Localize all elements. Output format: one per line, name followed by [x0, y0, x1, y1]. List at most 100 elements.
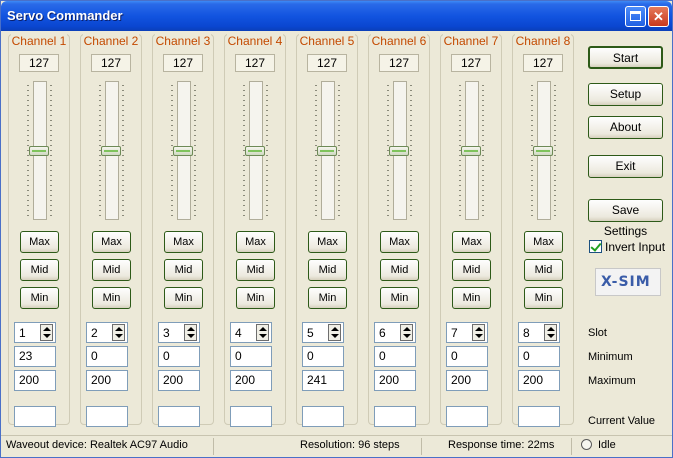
- waveout-device-text: Waveout device: Realtek AC97 Audio: [6, 439, 188, 451]
- slot-value: 5: [307, 326, 314, 340]
- restore-button[interactable]: [625, 6, 646, 27]
- minimum-input[interactable]: 0: [230, 346, 272, 367]
- slider-ticks: [482, 85, 484, 217]
- slider-ticks: [50, 85, 52, 217]
- slot-spinner[interactable]: 6: [374, 322, 416, 343]
- max-button[interactable]: Max: [236, 231, 275, 253]
- max-button[interactable]: Max: [20, 231, 59, 253]
- save-settings-button[interactable]: Save Settings: [588, 199, 663, 238]
- minimum-input[interactable]: 23: [14, 346, 56, 367]
- slider-ticks: [122, 85, 124, 217]
- min-button[interactable]: Min: [380, 287, 419, 309]
- min-button[interactable]: Min: [236, 287, 275, 309]
- title-bar[interactable]: Servo Commander ✕: [1, 1, 672, 31]
- channel-label: Channel 5: [298, 34, 356, 48]
- close-button[interactable]: ✕: [648, 6, 669, 27]
- slider-thumb[interactable]: [461, 146, 481, 156]
- logo-text: X-SIM: [601, 274, 651, 290]
- slider-thumb[interactable]: [389, 146, 409, 156]
- xsim-logo: X-SIM: [595, 268, 661, 296]
- maximum-input[interactable]: 200: [14, 370, 56, 391]
- mid-button[interactable]: Mid: [20, 259, 59, 281]
- maximum-input[interactable]: 200: [374, 370, 416, 391]
- servo-commander-window: Servo Commander ✕ Channel 1 127 Max Mid …: [0, 0, 673, 458]
- start-button[interactable]: Start: [588, 46, 663, 69]
- slot-value: 4: [235, 326, 242, 340]
- current-value-box: [374, 406, 416, 427]
- minimum-input[interactable]: 0: [158, 346, 200, 367]
- minimum-input[interactable]: 0: [446, 346, 488, 367]
- channel-label: Channel 2: [82, 34, 140, 48]
- slot-spinner[interactable]: 3: [158, 322, 200, 343]
- slider-thumb[interactable]: [173, 146, 193, 156]
- maximum-input[interactable]: 200: [518, 370, 560, 391]
- maximum-input[interactable]: 200: [446, 370, 488, 391]
- slot-spinner[interactable]: 4: [230, 322, 272, 343]
- spinner-arrows-icon[interactable]: [544, 324, 557, 341]
- slot-label: Slot: [588, 327, 607, 339]
- max-button[interactable]: Max: [308, 231, 347, 253]
- channel-label: Channel 1: [10, 34, 68, 48]
- channel-label: Channel 8: [514, 34, 572, 48]
- slot-spinner[interactable]: 1: [14, 322, 56, 343]
- max-button[interactable]: Max: [164, 231, 203, 253]
- about-button[interactable]: About: [588, 116, 663, 139]
- spinner-arrows-icon[interactable]: [40, 324, 53, 341]
- slot-spinner[interactable]: 7: [446, 322, 488, 343]
- maximum-input[interactable]: 200: [158, 370, 200, 391]
- spinner-arrows-icon[interactable]: [400, 324, 413, 341]
- invert-input-checkbox[interactable]: [589, 240, 602, 253]
- max-button[interactable]: Max: [452, 231, 491, 253]
- invert-input-label[interactable]: Invert Input: [605, 240, 665, 254]
- max-button[interactable]: Max: [524, 231, 563, 253]
- spinner-arrows-icon[interactable]: [256, 324, 269, 341]
- slider-thumb[interactable]: [245, 146, 265, 156]
- mid-button[interactable]: Mid: [92, 259, 131, 281]
- slot-spinner[interactable]: 2: [86, 322, 128, 343]
- mid-button[interactable]: Mid: [524, 259, 563, 281]
- channel-group-5: Channel 5 127 Max Mid Min 5 0 241: [296, 34, 358, 427]
- slot-spinner[interactable]: 8: [518, 322, 560, 343]
- mid-button[interactable]: Mid: [452, 259, 491, 281]
- spinner-arrows-icon[interactable]: [112, 324, 125, 341]
- mid-button[interactable]: Mid: [164, 259, 203, 281]
- mid-button[interactable]: Mid: [236, 259, 275, 281]
- minimum-input[interactable]: 0: [302, 346, 344, 367]
- minimum-input[interactable]: 0: [374, 346, 416, 367]
- window-title: Servo Commander: [7, 8, 123, 23]
- min-button[interactable]: Min: [92, 287, 131, 309]
- slot-value: 1: [19, 326, 26, 340]
- max-button[interactable]: Max: [380, 231, 419, 253]
- slot-spinner[interactable]: 5: [302, 322, 344, 343]
- spinner-arrows-icon[interactable]: [328, 324, 341, 341]
- maximum-input[interactable]: 241: [302, 370, 344, 391]
- minimum-input[interactable]: 0: [86, 346, 128, 367]
- slider-thumb[interactable]: [317, 146, 337, 156]
- minimum-input[interactable]: 0: [518, 346, 560, 367]
- slider-thumb[interactable]: [101, 146, 121, 156]
- mid-button[interactable]: Mid: [308, 259, 347, 281]
- close-icon: ✕: [653, 9, 664, 24]
- maximum-input[interactable]: 200: [86, 370, 128, 391]
- mid-button[interactable]: Mid: [380, 259, 419, 281]
- status-separator: [421, 438, 422, 455]
- current-value-box: [302, 406, 344, 427]
- setup-button[interactable]: Setup: [588, 83, 663, 106]
- exit-button[interactable]: Exit: [588, 155, 663, 178]
- maximum-input[interactable]: 200: [230, 370, 272, 391]
- spinner-arrows-icon[interactable]: [184, 324, 197, 341]
- slider-thumb[interactable]: [533, 146, 553, 156]
- min-button[interactable]: Min: [308, 287, 347, 309]
- channel-label: Channel 7: [442, 34, 500, 48]
- slider-thumb[interactable]: [29, 146, 49, 156]
- min-button[interactable]: Min: [20, 287, 59, 309]
- current-value-box: [14, 406, 56, 427]
- channel-value: 127: [163, 54, 203, 72]
- min-button[interactable]: Min: [524, 287, 563, 309]
- min-button[interactable]: Min: [164, 287, 203, 309]
- max-button[interactable]: Max: [92, 231, 131, 253]
- min-button[interactable]: Min: [452, 287, 491, 309]
- channel-label: Channel 3: [154, 34, 212, 48]
- channel-value: 127: [91, 54, 131, 72]
- spinner-arrows-icon[interactable]: [472, 324, 485, 341]
